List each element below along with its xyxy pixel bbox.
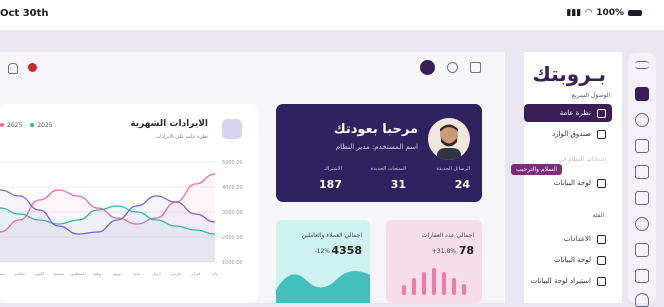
nav-item-settings[interactable]: الاعدادات bbox=[524, 230, 612, 248]
clients-card: اجمالي العملاء والعاملين 4358 -12% bbox=[276, 220, 370, 303]
stat-new-products: المنتجات الجديدة 31 bbox=[346, 166, 406, 191]
cart-icon[interactable] bbox=[635, 243, 649, 257]
welcome-card: مرحبا بعودتك اسم المستخدم: مدير النظام ا… bbox=[276, 104, 482, 202]
x-tick-label: يونيو bbox=[112, 271, 121, 276]
flag-icon[interactable] bbox=[28, 63, 37, 72]
welcome-title: مرحبا بعودتك bbox=[333, 122, 418, 137]
stat-value: 187 bbox=[319, 178, 342, 191]
x-tick-label: اغسطس bbox=[71, 271, 86, 276]
x-tick-label: نوفمبر bbox=[13, 271, 25, 276]
status-indicators: ▮▮▮ ◠ 100% bbox=[566, 8, 642, 18]
x-tick-label: مايو bbox=[133, 271, 141, 276]
y-tick-label: 1000.00 bbox=[222, 260, 243, 266]
x-tick-label: فبراير bbox=[190, 271, 201, 276]
stat-label: الرسائل الجديدة bbox=[436, 166, 470, 172]
bell-icon[interactable] bbox=[8, 63, 18, 74]
nav-item-label: نظرة عامة bbox=[559, 109, 591, 117]
y-tick-label: 4000.00 bbox=[222, 185, 243, 191]
menu-icon[interactable] bbox=[635, 61, 649, 69]
bookmark-icon[interactable] bbox=[635, 139, 649, 153]
apps-icon[interactable] bbox=[470, 62, 481, 73]
x-tick-label: اكتوبر bbox=[33, 271, 44, 276]
x-tick-label: سبتمبر bbox=[52, 271, 65, 276]
nav-item-label: صندوق الوارد bbox=[552, 130, 591, 138]
wifi-icon: ◠ bbox=[585, 8, 593, 18]
stat-label: الاشتراك bbox=[323, 166, 342, 172]
x-tick-label: يناير bbox=[211, 271, 219, 276]
topbar-actions bbox=[420, 60, 481, 75]
theme-toggle-icon[interactable] bbox=[420, 60, 435, 75]
dashboard-icon bbox=[597, 255, 606, 265]
chart-icon[interactable] bbox=[635, 191, 649, 205]
x-tick-label: مارس bbox=[171, 271, 181, 276]
battery-label: 100% bbox=[596, 8, 624, 18]
x-tick-label: ابريل bbox=[152, 271, 161, 276]
status-time: Oct 30th bbox=[0, 8, 49, 19]
stat-subscriptions: الاشتراك 187 bbox=[282, 166, 342, 191]
revenue-line-chart: 5000.00 4000.00 3000.00 2000.00 1000.00يناير… bbox=[0, 160, 243, 276]
grid-icon[interactable] bbox=[635, 217, 649, 231]
y-tick-label: 3000.00 bbox=[222, 210, 243, 216]
x-tick-label: يوليو bbox=[93, 271, 102, 276]
properties-card: اجمالي عدد العقارات 78 +31.8% bbox=[386, 220, 482, 303]
nav-item-label: استيراد لوحة البيانات bbox=[530, 277, 591, 285]
lock-icon[interactable] bbox=[635, 269, 649, 283]
stat-value: 31 bbox=[390, 178, 406, 191]
signal-icon: ▮▮▮ bbox=[566, 8, 582, 18]
nav-item-label: لوحة البيانات bbox=[553, 256, 591, 264]
stat-label: المنتجات الجديدة bbox=[370, 166, 406, 172]
chart-icon bbox=[597, 178, 606, 188]
x-tick-label: ديسمبر bbox=[0, 271, 6, 276]
nav-item-data-panel[interactable]: لوحة البيانات bbox=[524, 251, 612, 269]
y-tick-label: 2000.00 bbox=[222, 235, 243, 241]
properties-bars bbox=[402, 268, 466, 295]
overview-icon bbox=[597, 108, 606, 118]
y-tick-label: 5000.00 bbox=[222, 160, 243, 166]
system-settings-label: إعدادات النظام في bbox=[558, 156, 606, 163]
nav-item-overview[interactable]: نظرة عامة bbox=[524, 104, 612, 122]
sidebar-rail bbox=[628, 53, 656, 307]
search-icon[interactable] bbox=[447, 62, 458, 73]
brand-logo: بـروبتك bbox=[532, 62, 606, 86]
category-label: الفئة bbox=[592, 212, 604, 219]
settings-icon bbox=[597, 234, 606, 244]
stat-value: 24 bbox=[454, 178, 470, 191]
avatar bbox=[428, 118, 470, 160]
quick-access-label: الوصول السريع bbox=[571, 92, 610, 99]
nav-item-dashboard[interactable]: لوحة البيانات bbox=[524, 174, 612, 192]
status-bar: Oct 30th ▮▮▮ ◠ 100% bbox=[0, 0, 664, 30]
inbox-icon bbox=[597, 129, 606, 139]
nav-item-label: لوحة البيانات bbox=[553, 179, 591, 187]
nav-item-inbox[interactable]: صندوق الوارد bbox=[524, 125, 612, 143]
nav-item-label: الاعدادات bbox=[563, 235, 591, 243]
battery-icon bbox=[628, 10, 642, 16]
stat-new-messages: الرسائل الجديدة 24 bbox=[410, 166, 470, 191]
import-icon bbox=[597, 276, 606, 286]
inbox-icon[interactable] bbox=[635, 165, 649, 179]
nav-item-import[interactable]: استيراد لوحة البيانات bbox=[524, 272, 612, 290]
revenue-card: الايرادات الشهرية نظرة عامة على الايرادا… bbox=[0, 104, 258, 303]
welcome-subtitle: اسم المستخدم: مدير النظام bbox=[335, 143, 418, 151]
clients-sparkline bbox=[276, 271, 370, 303]
home-icon[interactable] bbox=[635, 87, 649, 101]
settings-icon[interactable] bbox=[635, 113, 649, 127]
shield-icon[interactable] bbox=[635, 293, 649, 307]
